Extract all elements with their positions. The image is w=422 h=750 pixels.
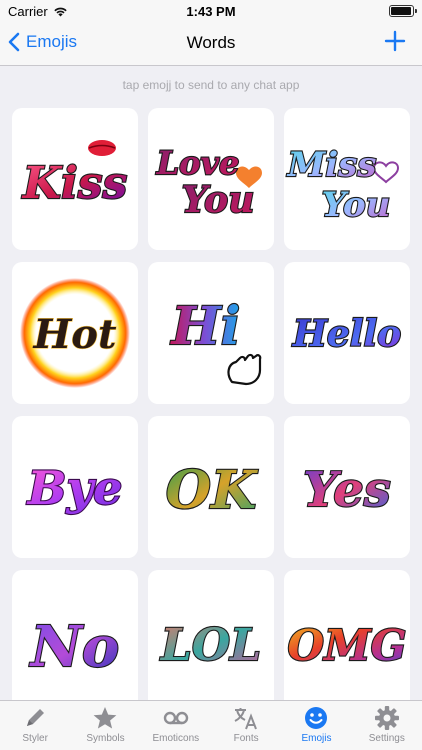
tile-love-you[interactable]: Love You — [148, 108, 274, 250]
tile-miss-you[interactable]: Miss You — [284, 108, 410, 250]
tile-ok[interactable]: OK — [148, 416, 274, 558]
miss-you-art: Miss You — [285, 144, 400, 226]
emoji-grid: Kiss Love You Miss You Hot Hi Hello Bye … — [12, 108, 411, 712]
voicemail-icon — [163, 711, 189, 725]
star-icon — [94, 707, 117, 729]
lol-art: LOL — [158, 619, 262, 672]
tile-word: Kiss — [21, 158, 128, 209]
tab-label: Emojis — [301, 733, 332, 744]
nav-bar: Emojis Words — [0, 22, 422, 66]
tab-styler[interactable]: Styler — [0, 701, 70, 750]
lips-icon — [88, 140, 116, 156]
tile-word: Bye — [26, 461, 123, 515]
tile-word: LOL — [159, 620, 261, 671]
tab-label: Fonts — [233, 733, 259, 744]
love-you-art: Love You — [155, 143, 262, 222]
add-button[interactable] — [384, 30, 406, 57]
tab-emoticons[interactable]: Emoticons — [141, 701, 211, 750]
tile-word: Hot — [33, 311, 117, 358]
tile-word-line1: Love — [156, 144, 240, 182]
omg-art: OMG — [286, 620, 407, 671]
status-bar: Carrier 1:43 PM — [0, 0, 422, 22]
ok-art: OK — [165, 459, 259, 522]
tile-omg[interactable]: OMG — [284, 570, 410, 712]
tile-hot[interactable]: Hot — [12, 262, 138, 404]
tab-label: Symbols — [86, 733, 125, 744]
tab-label: Styler — [22, 733, 48, 744]
gear-icon — [374, 706, 399, 730]
hi-art: Hi — [168, 295, 262, 386]
yes-art: Yes — [302, 461, 392, 519]
tab-label: Emoticons — [152, 733, 200, 744]
page-title: Words — [186, 33, 236, 52]
tile-hello[interactable]: Hello — [284, 262, 410, 404]
smiley-icon — [305, 707, 328, 729]
tab-label: Settings — [368, 733, 405, 744]
hello-art: Hello — [291, 312, 402, 356]
tile-word: OMG — [288, 621, 407, 670]
tile-word: No — [29, 614, 120, 680]
tile-hi[interactable]: Hi — [148, 262, 274, 404]
kiss-art: Kiss — [20, 140, 128, 210]
heart-outline-icon — [372, 161, 400, 184]
hint-text: tap emojj to send to any chat app — [122, 78, 300, 92]
tab-bar: Styler Symbols Emoticons Fonts Emojis Se… — [0, 700, 422, 750]
tab-settings[interactable]: Settings — [352, 701, 422, 750]
tile-kiss[interactable]: Kiss — [12, 108, 138, 250]
pencil-icon — [27, 709, 45, 726]
tab-fonts[interactable]: Fonts — [211, 701, 281, 750]
hot-art: Hot — [20, 278, 130, 388]
tile-word-line2: You — [182, 179, 255, 221]
tile-word: Yes — [303, 462, 391, 518]
tab-symbols[interactable]: Symbols — [70, 701, 140, 750]
tile-yes[interactable]: Yes — [284, 416, 410, 558]
waving-hand-icon — [227, 353, 262, 386]
tile-word: Hi — [170, 296, 241, 357]
tile-word-line2: You — [322, 185, 391, 225]
no-art: No — [28, 613, 121, 681]
bye-art: Bye — [24, 460, 123, 516]
tab-emojis[interactable]: Emojis — [281, 701, 351, 750]
plus-icon — [384, 30, 406, 52]
tile-word: Hello — [292, 313, 401, 355]
battery-icon — [389, 5, 417, 17]
tile-word-line1: Miss — [287, 145, 377, 185]
status-time: 1:43 PM — [186, 4, 236, 19]
translate-icon — [234, 708, 258, 730]
tile-no[interactable]: No — [12, 570, 138, 712]
tile-bye[interactable]: Bye — [12, 416, 138, 558]
tile-lol[interactable]: LOL — [148, 570, 274, 712]
tile-word: OK — [166, 460, 258, 521]
